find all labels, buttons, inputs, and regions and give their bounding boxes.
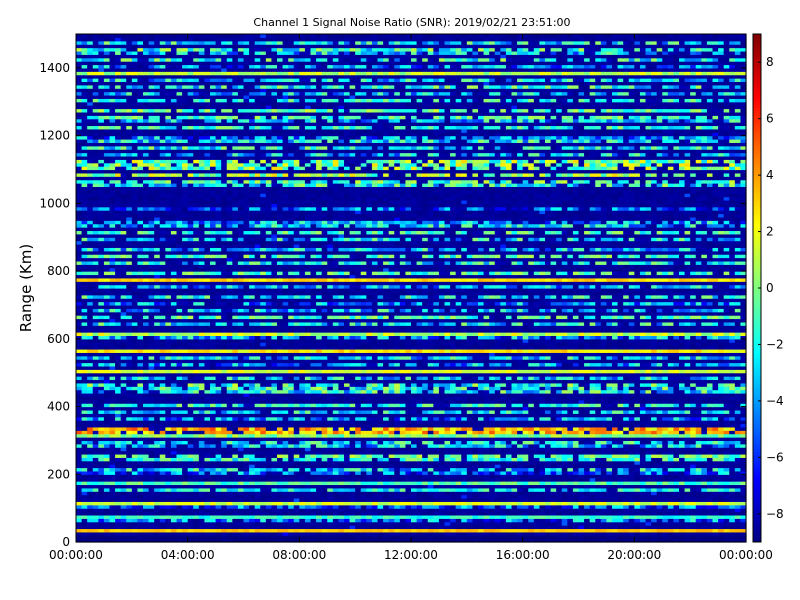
chart-title: Channel 1 Signal Noise Ratio (SNR): 2019… — [253, 16, 570, 29]
heatmap-cells — [76, 34, 747, 543]
snr-heatmap-figure: Channel 1 Signal Noise Ratio (SNR): 2019… — [17, 16, 784, 562]
